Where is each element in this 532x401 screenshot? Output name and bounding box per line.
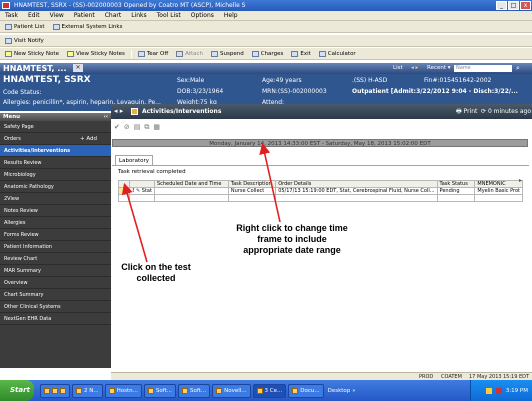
status-bar: PROD COATEM 17 May 2013 15:19 EDT — [111, 372, 532, 380]
taskbar-item[interactable]: Soft... — [143, 383, 176, 398]
taskbar-item-label: Soft... — [189, 387, 207, 394]
window-icon — [181, 387, 188, 394]
taskbar-item-label: Hostn... — [116, 387, 138, 394]
right-click-annotation: Right click to change time frame to incl… — [236, 223, 348, 255]
window-icon — [256, 387, 263, 394]
desktop-toolbar[interactable]: Desktop — [328, 388, 351, 394]
taskbar-item[interactable]: 2 N... — [72, 383, 103, 398]
tray-icon[interactable] — [485, 387, 492, 394]
tray-icon[interactable] — [495, 387, 502, 394]
window-icon — [76, 387, 82, 394]
taskbar: Start 2 N... Hostn... Soft... Soft... No… — [0, 380, 532, 401]
taskbar-item[interactable]: Docu... — [288, 383, 324, 398]
ie-icon — [44, 387, 50, 394]
taskbar-item[interactable]: Novell... — [212, 383, 251, 398]
click-test-annotation: Click on the test collected — [121, 262, 191, 283]
toolbar-expand-icon[interactable]: » — [352, 388, 355, 394]
taskbar-item[interactable]: Soft... — [177, 383, 211, 398]
taskbar-item[interactable]: Hostn... — [104, 383, 142, 398]
clock[interactable]: 3:19 PM — [506, 388, 528, 394]
taskbar-item-active[interactable]: 3 Ce... — [252, 383, 287, 398]
quick-launch-icons[interactable] — [40, 383, 70, 398]
taskbar-item-label: Docu... — [300, 387, 320, 394]
outlook-icon — [60, 387, 66, 394]
window-icon — [216, 387, 223, 394]
annotation-arrows — [121, 142, 281, 263]
system-tray: 3:19 PM — [470, 380, 532, 401]
folder-icon — [52, 387, 58, 394]
taskbar-item-label: Soft... — [155, 387, 172, 394]
window-icon — [147, 387, 154, 394]
window-icon — [292, 387, 299, 394]
taskbar-item-label: 3 Ce... — [264, 387, 283, 394]
taskbar-item-label: 2 N... — [84, 387, 99, 394]
test-row-arrow — [121, 182, 148, 263]
window-icon — [108, 387, 115, 394]
start-button[interactable]: Start — [0, 380, 34, 401]
taskbar-item-label: Novell... — [224, 387, 247, 394]
date-range-arrow — [259, 142, 281, 223]
